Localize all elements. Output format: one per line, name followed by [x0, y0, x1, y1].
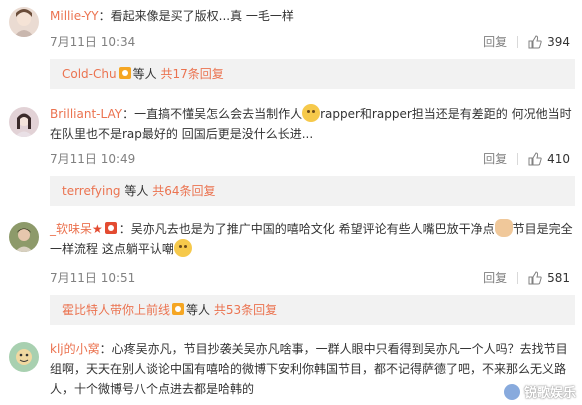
reply-button[interactable]: 回复	[483, 150, 507, 167]
member-badge-icon	[118, 67, 131, 79]
like-button[interactable]: 394	[528, 35, 570, 49]
divider	[517, 271, 519, 284]
comment-body: ：吴亦凡去也是为了推广中国的嘻哈文化 希望评论有些人嘴巴放干净点	[118, 222, 495, 236]
reply-suffix: 等人	[132, 67, 157, 81]
thumbs-up-icon	[528, 270, 542, 284]
reply-button[interactable]: 回复	[483, 33, 507, 50]
watermark-text: 锐歌娱乐	[523, 386, 576, 401]
reply-suffix: 等人	[186, 303, 211, 317]
watermark: 锐歌娱乐	[502, 382, 576, 401]
reply-username[interactable]: Cold-Chu	[62, 67, 117, 81]
comment-text: Millie-YY：看起来像是买了版权...真 一毛一样	[50, 6, 575, 26]
comment-text: klj的小窝：心疼吴亦凡，节目抄袭关吴亦凡啥事，一群人眼中只看得到吴亦凡一个人吗…	[50, 339, 575, 399]
comment-text: _软味呆★ ：吴亦凡去也是为了推广中国的嘻哈文化 希望评论有些人嘴巴放干净点 节目是…	[50, 219, 575, 259]
reply-summary[interactable]: 霍比特人带你上前线 等人 共53条回复	[50, 295, 575, 325]
view-replies-link[interactable]: 共53条回复	[214, 303, 277, 317]
comment-username[interactable]: Brilliant-LAY	[50, 107, 122, 121]
reply-summary[interactable]: terrefying 等人 共64条回复	[50, 176, 575, 206]
member-badge-icon	[172, 303, 185, 315]
thumbs-up-icon	[528, 34, 542, 48]
view-replies-link[interactable]: 共17条回复	[160, 67, 223, 81]
comment-actions: 回复 581	[483, 269, 570, 286]
hand-emoji-icon	[494, 219, 513, 237]
reply-suffix: 等人	[124, 184, 149, 198]
like-button[interactable]: 410	[528, 152, 570, 166]
member-badge-icon	[104, 222, 117, 234]
view-replies-link[interactable]: 共64条回复	[152, 184, 215, 198]
divider	[517, 152, 519, 165]
comment-time: 7月11日 10:34	[50, 35, 136, 49]
divider	[517, 35, 519, 48]
comment-time: 7月11日 10:51	[50, 271, 136, 285]
comment-body: ：看起来像是买了版权...真 一毛一样	[98, 9, 294, 23]
laugh-cry-emoji-icon	[302, 104, 321, 122]
avatar[interactable]	[9, 342, 39, 372]
like-count: 410	[547, 151, 570, 166]
like-button[interactable]: 581	[528, 271, 570, 285]
reply-username[interactable]: 霍比特人带你上前线	[62, 303, 170, 317]
grimace-emoji-icon	[173, 239, 192, 257]
comment-username[interactable]: _软味呆	[50, 222, 92, 236]
like-count: 581	[547, 270, 570, 285]
comment-username[interactable]: Millie-YY	[50, 9, 99, 23]
reply-button[interactable]: 回复	[483, 269, 507, 286]
comment-body: ：心疼吴亦凡，节目抄袭关吴亦凡啥事，一群人眼中只看得到吴亦凡一个人吗？去找节目组…	[50, 342, 568, 396]
avatar[interactable]	[9, 107, 39, 137]
comment-actions: 回复 410	[483, 150, 570, 167]
watermark-logo-icon	[502, 382, 521, 401]
reply-username[interactable]: terrefying	[62, 184, 121, 198]
avatar[interactable]	[9, 222, 39, 252]
comment-text: Brilliant-LAY：一直搞不懂吴怎么会去当制作人 rapper和rappe…	[50, 104, 575, 144]
comment-actions: 回复 394	[483, 33, 570, 50]
avatar[interactable]	[9, 7, 39, 37]
reply-summary[interactable]: Cold-Chu 等人 共17条回复	[50, 59, 575, 89]
comment-username[interactable]: klj的小窝	[50, 342, 100, 356]
comment-time: 7月11日 10:49	[50, 152, 136, 166]
thumbs-up-icon	[528, 151, 542, 165]
comment-body: ：一直搞不懂吴怎么会去当制作人	[122, 107, 303, 121]
like-count: 394	[547, 34, 570, 49]
star-icon: ★	[92, 222, 103, 236]
